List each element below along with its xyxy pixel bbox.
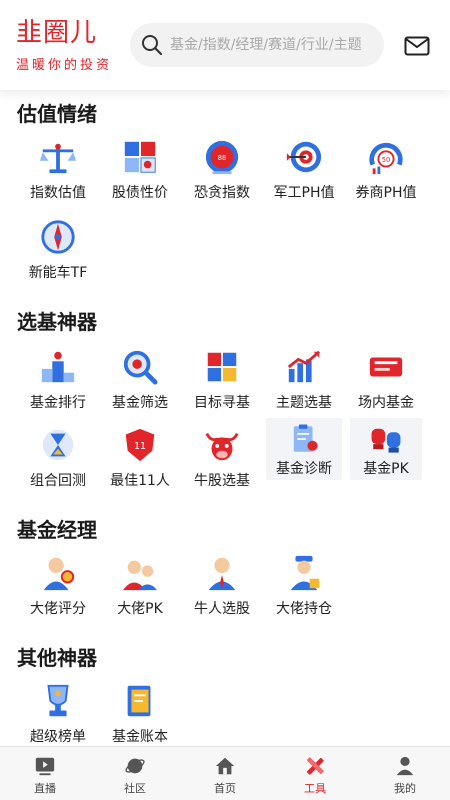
tab-tools[interactable]: 工具 [270, 747, 360, 800]
tool-label: 牛股选基 [194, 473, 250, 489]
section-title-other-tools: 其他神器 [17, 646, 97, 670]
manager-holding-icon [290, 555, 320, 591]
stock-bond-puzzle-icon [124, 141, 156, 173]
tool-label: 券商PH值 [355, 185, 417, 201]
tool-label: 大佬PK [117, 601, 163, 617]
tab-label: 我的 [394, 782, 416, 795]
clipboard-icon [293, 424, 318, 452]
tool-exchange-fund[interactable]: 场内基金 [345, 346, 427, 416]
tools-icon [306, 757, 324, 775]
tool-label: 基金PK [363, 461, 409, 477]
planet-icon [125, 758, 145, 774]
gauge-icon: 88 [205, 140, 239, 175]
tool-super-ranking[interactable]: 超级榜单 [17, 680, 99, 746]
tool-bull-stock[interactable]: 牛股选基 [181, 424, 263, 494]
tool-label: 基金诊断 [276, 461, 332, 477]
tool-label: 场内基金 [358, 395, 414, 411]
tool-label: 牛人选股 [194, 601, 250, 617]
magnifier-icon [123, 350, 158, 385]
bull-icon [205, 432, 239, 461]
tool-label: 基金排行 [30, 395, 86, 411]
live-tv-icon [35, 757, 55, 776]
home-icon [215, 757, 235, 775]
tool-ev-tf[interactable]: 新能车TF [17, 216, 99, 286]
trophy-icon [47, 684, 69, 717]
tool-label: 最佳11人 [110, 473, 170, 489]
brand-slogan: 温暖你的投资 [16, 58, 113, 73]
tool-index-valuation[interactable]: 指数估值 [17, 136, 99, 206]
manager-pick-icon [208, 557, 236, 591]
tool-manager-pk[interactable]: 大佬PK [99, 552, 181, 622]
section-title-fund-picker: 选基神器 [17, 310, 97, 334]
compass-icon [41, 220, 75, 254]
bar-chart-icon [287, 350, 321, 383]
tool-label: 恐贪指数 [194, 185, 250, 201]
brand-name: 韭圈儿 [16, 18, 98, 48]
tool-label: 主题选基 [276, 395, 332, 411]
ledger-icon [127, 685, 151, 717]
tool-label: 军工PH值 [273, 185, 335, 201]
tool-fund-pk[interactable]: 基金PK [350, 418, 422, 480]
tool-label: 超级榜单 [30, 729, 86, 745]
tab-live[interactable]: 直播 [0, 747, 90, 800]
tool-fund-diagnosis[interactable]: 基金诊断 [266, 418, 342, 480]
search-bar[interactable] [130, 23, 384, 67]
svg-text:50: 50 [382, 156, 390, 164]
hourglass-icon [42, 429, 74, 461]
podium-icon [41, 351, 75, 383]
tab-label: 直播 [34, 782, 56, 795]
section-title-fund-manager: 基金经理 [17, 518, 97, 542]
tool-label: 大佬评分 [30, 601, 86, 617]
search-icon[interactable] [140, 33, 164, 57]
tool-manager-holdings[interactable]: 大佬持仓 [263, 552, 345, 622]
tool-fund-filter[interactable]: 基金筛选 [99, 346, 181, 416]
target-icon [286, 141, 322, 173]
tool-fear-greed[interactable]: 88 恐贪指数 [181, 136, 263, 206]
bottom-tab-bar: 直播 社区 首页 工具 我的 [0, 746, 450, 800]
tool-label: 新能车TF [28, 265, 88, 281]
shield-badge-icon: 11 [125, 428, 155, 462]
manager-score-icon [43, 557, 75, 591]
tool-label: 组合回测 [30, 473, 86, 489]
tab-community[interactable]: 社区 [90, 747, 180, 800]
tool-label: 基金账本 [112, 729, 168, 745]
brand: 韭圈儿 温暖你的投资 [16, 18, 112, 73]
cubes-icon [207, 352, 237, 382]
svg-text:11: 11 [134, 441, 146, 452]
app-header: 韭圈儿 温暖你的投资 [0, 0, 450, 90]
tool-fund-ledger[interactable]: 基金账本 [99, 680, 181, 746]
tool-star-picks[interactable]: 牛人选股 [181, 552, 263, 622]
tab-home[interactable]: 首页 [180, 747, 270, 800]
discount-ticket-icon [369, 357, 403, 377]
boxing-gloves-icon [371, 428, 401, 453]
tool-manager-score[interactable]: 大佬评分 [17, 552, 99, 622]
tool-label: 大佬持仓 [276, 601, 332, 617]
tab-profile[interactable]: 我的 [360, 747, 450, 800]
section-title-valuation: 估值情绪 [17, 102, 97, 126]
scale-icon [39, 143, 77, 174]
tool-stock-bond[interactable]: 股债性价 [99, 136, 181, 206]
mail-icon[interactable] [404, 36, 430, 56]
tab-label: 首页 [214, 782, 236, 795]
tool-best-eleven[interactable]: 11 最佳11人 [99, 424, 181, 494]
tab-label: 工具 [304, 782, 326, 795]
search-input[interactable] [170, 37, 370, 53]
tab-label: 社区 [124, 782, 146, 795]
tool-broker-ph[interactable]: 50 券商PH值 [345, 136, 427, 206]
broker-gauge-icon: 50 [369, 142, 403, 175]
tool-label: 指数估值 [30, 185, 86, 201]
tool-label: 目标寻基 [194, 395, 250, 411]
tool-label: 基金筛选 [112, 395, 168, 411]
svg-text:88: 88 [218, 154, 226, 162]
user-icon [396, 756, 414, 776]
tool-fund-ranking[interactable]: 基金排行 [17, 346, 99, 416]
tools-content: 估值情绪 指数估值 股债性价 88 恐贪指数 军工PH值 50 券商PH值 新能… [0, 90, 450, 746]
tool-theme-fund[interactable]: 主题选基 [263, 346, 345, 416]
tool-portfolio-backtest[interactable]: 组合回测 [17, 424, 99, 494]
tool-military-ph[interactable]: 军工PH值 [263, 136, 345, 206]
manager-pk-icon [122, 560, 158, 591]
tool-goal-fund[interactable]: 目标寻基 [181, 346, 263, 416]
tool-label: 股债性价 [112, 185, 168, 201]
